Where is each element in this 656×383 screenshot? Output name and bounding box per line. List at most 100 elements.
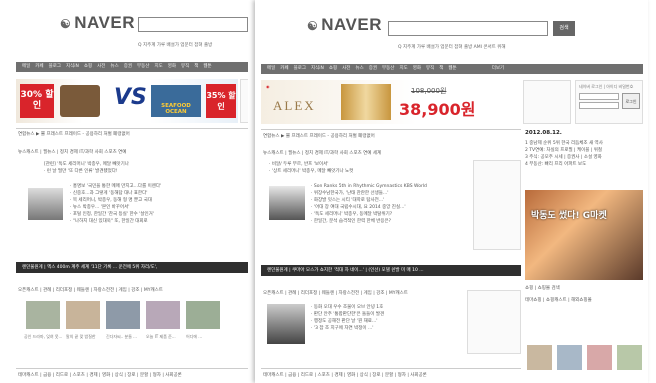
news-item[interactable]: · 목 세리머니, 박종우, 동해 형 명 뿐고 국대 (70, 197, 240, 204)
gnb-shopping[interactable]: 쇼핑 (84, 64, 92, 69)
opencast-thumb[interactable] (267, 304, 305, 344)
opencast-side-list[interactable] (467, 290, 521, 354)
gnb-dictionary[interactable]: 사전 (97, 64, 105, 69)
gnb-kin[interactable]: 지식iN (311, 66, 324, 71)
headline-ticker[interactable]: 연합뉴스 ▶ 뿔 프래스트 프레이드 - 공용하리 처벌 폐렁없어 (263, 133, 519, 139)
promo-photo-banner[interactable]: 박동도 썼다! G마켓 (525, 190, 643, 280)
shopping-header[interactable]: 쇼핑 | 쇼핑몰 검색 (525, 285, 643, 291)
news-photo-thumbnail[interactable] (269, 186, 305, 220)
gnb-more[interactable]: 더보기 (492, 66, 504, 71)
search-hot-links[interactable]: Q 지주계 가루 배설가 업문터 잡혀 출방 AMI 콘서트 위해 (398, 44, 506, 50)
password-input[interactable] (579, 102, 619, 109)
search-button[interactable]: 검색 (553, 21, 575, 36)
top-ad-banner[interactable]: 30% 할인 VS SEAFOOD OCEAN 35% 할인 (16, 79, 238, 123)
headline-ticker[interactable]: 연합뉴스 ▶ 뿔 프래스트 프레이드 - 공용하리 처벌 폐렁없어 (18, 131, 243, 137)
realtime-rank-item[interactable]: 1 중남제 순위 5위 한국 리듬체조 새 역사 (525, 140, 645, 147)
news-item[interactable]: · 화장발 잇스는 시티 '대학로 탐사전...' (311, 197, 471, 204)
opencast-tabs[interactable]: 오픈캐스트 | 관례 | 리더포정 | 웨들렌 | 자랑스전전 | 게임 | 강… (263, 290, 463, 296)
opencast-item[interactable]: · 행정도 공해전 판단 날 '뭔 재료...' (311, 318, 461, 325)
news-item[interactable]: · 한일간, 분석 습격적인 한력 한체 반응은? (311, 218, 471, 225)
gnb-music[interactable]: 뮤직 (426, 66, 434, 71)
gnb-blog[interactable]: 블로그 (294, 66, 306, 71)
opencast-thumb-1[interactable] (26, 301, 60, 329)
opencast-caption[interactable]: 오늘 IT 제품 준... (146, 333, 184, 340)
newscast-tabs[interactable]: 뉴스캐스트 | 필뉴스 | 정치 경제 IT/과학 사회 스포츠 연예 (18, 149, 240, 155)
search-input[interactable] (388, 21, 548, 36)
news-item[interactable]: · '상트 세리머니' 박종우, 메달 빼앗기나 노컷 (269, 168, 469, 175)
gnb-mail[interactable]: 메일 (22, 64, 30, 69)
opencast-thumb-4[interactable] (146, 301, 180, 329)
naver-logo[interactable]: ☯ NAVER (60, 13, 135, 33)
gnb-shopping[interactable]: 쇼핑 (329, 66, 337, 71)
shopping-tabs[interactable]: 테마쇼핑 | 쇼핑캐스트 | 해외쇼핑몰 (525, 297, 643, 303)
gnb-stock[interactable]: 증권 (369, 66, 377, 71)
opencast-caption[interactable]: 공인 드라마, 잊혀 못... (24, 333, 64, 340)
shopping-thumb[interactable] (557, 345, 582, 370)
news-item[interactable]: · 런 날 떨만 '또 다른 인류' 발견됐었다! (44, 168, 239, 175)
news-item[interactable]: · Son Ranks 5th in Rhythmic Gymnastics K… (311, 183, 471, 190)
news-item[interactable]: · 신중호...과 그렇게 '동해답 대나 표한다' (70, 190, 240, 197)
news-item[interactable]: [관련] '독도 세리머니' 박종우, 메달 빼앗기나 (44, 161, 239, 168)
gnb-blog[interactable]: 블로그 (49, 64, 61, 69)
gnb-movie[interactable]: 영화 (168, 64, 176, 69)
gnb-cafe[interactable]: 카페 (280, 66, 288, 71)
opencast-item[interactable]: · 동화 오대 우수 조물이 오브 안녕 1호 (311, 304, 461, 311)
gnb-kin[interactable]: 지식iN (66, 64, 79, 69)
newscast-tabs[interactable]: 뉴스캐스트 | 필뉴스 | 정치 경제 IT/과학 사회 스포츠 연예 세계 (263, 150, 519, 156)
gnb-news[interactable]: 뉴스 (355, 66, 363, 71)
opencast-caption[interactable]: 어디에 ... (186, 333, 224, 340)
login-header: 네이버 로그인 | 아이디 비밀번호 (579, 84, 634, 89)
news-photo-thumbnail[interactable] (28, 188, 63, 220)
news-item[interactable]: · '어대 장 여대 국립수시대, 요 2014 중앙 진실...' (311, 204, 471, 211)
login-panel-partial[interactable] (240, 79, 248, 123)
realtime-issue-bar[interactable]: 렌던물원게 | 쿠마아 모스가 쇼지한 '적대 자 네이...' | (인선) … (261, 265, 521, 276)
gnb-dictionary[interactable]: 사전 (342, 66, 350, 71)
gnb-realestate[interactable]: 부동산 (382, 66, 394, 71)
themecast-tabs[interactable]: 테마캐스트 | 금융 | 리드로 | 스포츠 | 경제 | 영화 | 상식 | … (18, 372, 243, 378)
gnb-map[interactable]: 지도 (399, 66, 407, 71)
gnb-webtoon[interactable]: 웹툰 (203, 64, 211, 69)
shopping-thumb[interactable] (587, 345, 612, 370)
opencast-item[interactable]: · 판단 안주 '통합판단한'은 돌들이 발견 (311, 311, 461, 318)
shopping-thumb[interactable] (527, 345, 552, 370)
opencast-tabs[interactable]: 오픈캐스트 | 관례 | 리더포정 | 웨들렌 | 자랑스전전 | 게임 | 강… (18, 287, 240, 293)
gnb-webtoon[interactable]: 웹툰 (448, 66, 456, 71)
gnb-book[interactable]: 책 (194, 64, 198, 69)
login-button[interactable]: 로그인 (622, 93, 640, 109)
news-item[interactable]: · "나하지 대신 있대욱" 또, 한일간 대회로 (70, 218, 240, 225)
gnb-mail[interactable]: 메일 (267, 66, 275, 71)
shopping-thumb[interactable] (617, 345, 642, 370)
news-item[interactable]: · 포털 인정, 한일간 '찬국 등실' 한수 '살인거' (70, 211, 240, 218)
naver-logo[interactable]: ☯ NAVER (307, 15, 382, 35)
realtime-rank-item[interactable]: 3 주식: 공모주 시세 | 증권사 | 소설 영화 (525, 154, 645, 161)
news-item[interactable]: · 위장수남한국가, '난태 찬란한 선생들...' (311, 190, 471, 197)
gnb-map[interactable]: 지도 (154, 64, 162, 69)
gnb-stock[interactable]: 증권 (124, 64, 132, 69)
gnb-cafe[interactable]: 카페 (35, 64, 43, 69)
search-hot-links[interactable]: Q 지주계 가루 배설가 업문터 잡혀 출방 (138, 42, 212, 48)
themecast-tabs[interactable]: 테마캐스트 | 금융 | 리드로 | 스포츠 | 경제 | 영화 | 상식 | … (263, 372, 519, 378)
mini-banner[interactable] (523, 80, 571, 124)
gnb-news[interactable]: 뉴스 (110, 64, 118, 69)
search-input[interactable] (138, 17, 248, 32)
opencast-item[interactable]: · '3 잡 조 지구에 자연 박정이 ...' (311, 325, 461, 332)
opencast-thumb-3[interactable] (106, 301, 140, 329)
news-item[interactable]: · 뉴스 박종우... '본인 바꾸어서' (70, 204, 240, 211)
opencast-thumb-2[interactable] (66, 301, 100, 329)
news-item[interactable]: · 비알/ 두루 부르, 반프 '보이서' (269, 161, 469, 168)
opencast-caption[interactable]: 긴다자씨.. 분들 ... (106, 333, 144, 340)
realtime-rank-item[interactable]: 4 부동산: 빠리 프리 아파트 보도 (525, 161, 645, 168)
opencast-caption[interactable]: 말의 끝 맞 밤질한 (66, 333, 104, 340)
news-item[interactable]: · 홍명보 '국민을 통한 메매 만지고...다를 이렌다' (70, 183, 240, 190)
opencast-thumb-5[interactable] (186, 301, 220, 329)
id-input[interactable] (579, 93, 619, 100)
gnb-book[interactable]: 책 (439, 66, 443, 71)
news-item[interactable]: · '독도 세리머니' 박종우, 동메달 박탈위기? (311, 211, 471, 218)
top-ad-banner[interactable]: ◉ ALEX 108,000원 38,900원 (261, 80, 521, 124)
realtime-rank-item[interactable]: 2 TV연예: 차실의 프로필 | 케이블 | 위철 (525, 147, 645, 154)
gnb-realestate[interactable]: 부동산 (137, 64, 149, 69)
gnb-music[interactable]: 뮤직 (181, 64, 189, 69)
realtime-issue-bar[interactable]: 렌던물원게 | 엑스 400m 계주 세계 '11단 기록 ... 운전에 5위… (16, 262, 248, 273)
gnb-movie[interactable]: 영화 (413, 66, 421, 71)
news-press-list[interactable] (473, 160, 521, 250)
